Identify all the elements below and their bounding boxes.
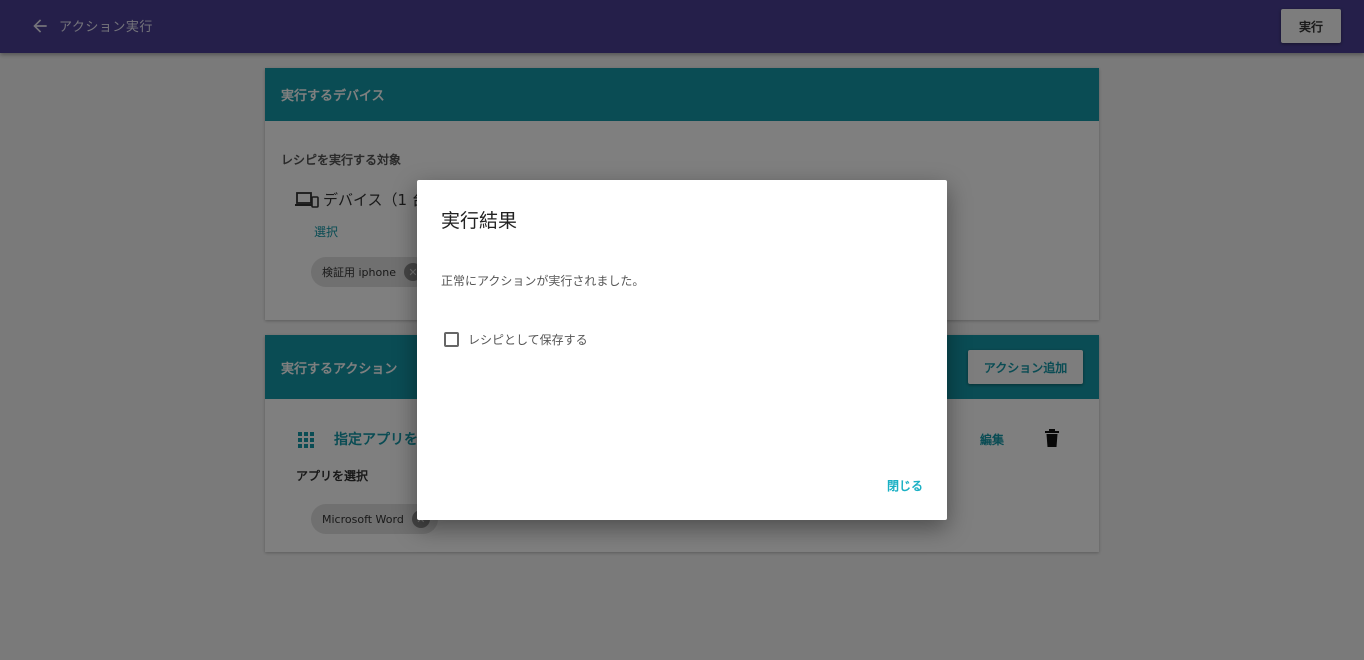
dialog-message: 正常にアクションが実行されました。 [441,274,645,288]
dialog-title: 実行結果 [441,210,518,232]
result-dialog: 実行結果 正常にアクションが実行されました。 レシピとして保存する 閉じる [417,180,947,520]
save-recipe-checkbox[interactable] [444,332,459,347]
close-button[interactable]: 閉じる [887,477,923,494]
save-recipe-checkbox-row[interactable]: レシピとして保存する [444,331,588,348]
save-recipe-label: レシピとして保存する [468,333,588,347]
